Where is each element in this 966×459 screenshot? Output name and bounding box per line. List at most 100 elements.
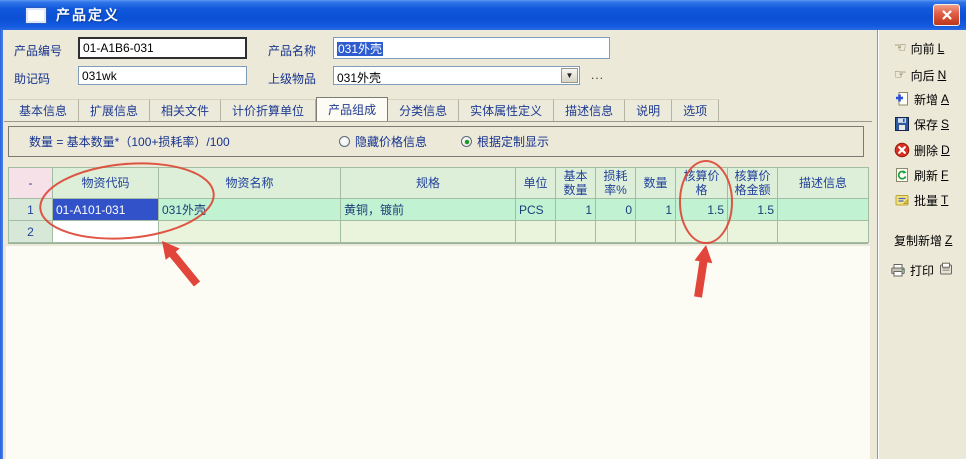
forward-shortcut: L (938, 41, 945, 55)
radio-checked-icon[interactable] (461, 136, 472, 147)
cell-base-qty[interactable]: 1 (556, 199, 596, 221)
copy-new-button[interactable]: 复制新增Z (880, 230, 966, 250)
delete-icon (894, 142, 910, 158)
formula-bar: 数量 = 基本数量*（100+损耗率）/100 隐藏价格信息 根据定制显示 (8, 126, 864, 157)
cell-spec[interactable]: 黄铜，镀前 (341, 199, 516, 221)
close-button[interactable] (933, 4, 960, 26)
cell-unit[interactable] (516, 221, 556, 243)
window-icon (26, 8, 46, 23)
hand-right-icon: ☞ (894, 67, 907, 83)
hand-left-icon: ☜ (894, 40, 907, 56)
col-header-desc: 描述信息 (778, 168, 869, 199)
radio-custom-display[interactable]: 根据定制显示 (461, 133, 549, 150)
chevron-down-icon[interactable]: ▼ (561, 68, 578, 83)
grid-row-1: 1 01-A101-031 031外壳 黄铜，镀前 PCS 1 0 1 1.5 … (9, 199, 869, 221)
col-header-base-qty: 基本数量 (556, 168, 596, 199)
cell-price-amount[interactable]: 1.5 (728, 199, 778, 221)
cell-base-qty[interactable] (556, 221, 596, 243)
tab-pricing-unit[interactable]: 计价折算单位 (221, 99, 316, 122)
refresh-label: 刷新 (914, 167, 938, 184)
parent-item-combobox[interactable]: 031外壳 ▼ (333, 66, 580, 85)
grid-bottom-line (8, 243, 868, 244)
forward-button[interactable]: ☜ 向前L (880, 38, 966, 58)
radio-hide-price-label: 隐藏价格信息 (355, 133, 427, 150)
tab-product-composition[interactable]: 产品组成 (316, 97, 388, 122)
tab-options[interactable]: 选项 (672, 99, 719, 122)
cell-loss-rate[interactable]: 0 (596, 199, 636, 221)
row-number-cell[interactable]: 2 (9, 221, 53, 243)
cell-material-code-edit[interactable] (53, 221, 159, 243)
cell-loss-rate[interactable] (596, 221, 636, 243)
window-title: 产品定义 (56, 5, 120, 25)
col-header-material-name: 物资名称 (159, 168, 341, 199)
cell-spec[interactable] (341, 221, 516, 243)
refresh-shortcut: F (941, 168, 948, 182)
radio-unchecked-icon[interactable] (339, 136, 350, 147)
title-bar[interactable]: 产品定义 (0, 0, 966, 30)
col-header-price: 核算价格 (676, 168, 728, 199)
delete-button[interactable]: 删除D (880, 140, 966, 160)
delete-label: 删除 (914, 142, 938, 159)
backward-button[interactable]: ☞ 向后N (880, 65, 966, 85)
tab-basic-info[interactable]: 基本信息 (8, 99, 79, 122)
col-header-rownum: - (9, 168, 53, 199)
batch-label: 批量 (914, 192, 938, 209)
new-page-icon (894, 91, 910, 107)
copy-new-shortcut: Z (945, 233, 952, 247)
save-button[interactable]: 保存S (880, 114, 966, 134)
cell-material-name[interactable] (159, 221, 341, 243)
tab-description[interactable]: 描述信息 (554, 99, 625, 122)
close-icon (941, 9, 953, 21)
cell-qty[interactable]: 1 (636, 199, 676, 221)
cell-material-name[interactable]: 031外壳 (159, 199, 341, 221)
forward-label: 向前 (911, 40, 935, 57)
tab-notes[interactable]: 说明 (625, 99, 672, 122)
printer-icon (890, 262, 906, 278)
tab-classification[interactable]: 分类信息 (388, 99, 459, 122)
action-sidebar: ☜ 向前L ☞ 向后N 新增A 保存S (880, 30, 966, 459)
radio-custom-display-label: 根据定制显示 (477, 133, 549, 150)
cell-price[interactable]: 1.5 (676, 199, 728, 221)
new-button[interactable]: 新增A (880, 89, 966, 109)
cell-price[interactable] (676, 221, 728, 243)
save-shortcut: S (941, 117, 949, 131)
print-label: 打印 (910, 262, 934, 279)
tab-related-files[interactable]: 相关文件 (150, 99, 221, 122)
new-label: 新增 (914, 91, 938, 108)
backward-shortcut: N (938, 68, 947, 82)
product-code-input[interactable]: 01-A1B6-031 (78, 37, 247, 59)
tab-extended-info[interactable]: 扩展信息 (79, 99, 150, 122)
print-button[interactable]: 打印 (880, 260, 966, 280)
col-header-qty: 数量 (636, 168, 676, 199)
cell-desc[interactable] (778, 199, 869, 221)
new-shortcut: A (941, 92, 949, 106)
row-number-cell[interactable]: 1 (9, 199, 53, 221)
parent-item-more-button[interactable]: ... (591, 68, 604, 82)
product-definition-window: 产品定义 产品编号 01-A1B6-031 产品名称 031外壳 助记码 031… (0, 0, 966, 459)
delete-shortcut: D (941, 143, 950, 157)
mnemonic-label: 助记码 (14, 70, 50, 87)
backward-label: 向后 (911, 67, 935, 84)
save-floppy-icon (894, 116, 910, 132)
refresh-button[interactable]: 刷新F (880, 165, 966, 185)
cell-material-code-selected[interactable]: 01-A101-031 (53, 199, 159, 221)
col-header-material-code: 物资代码 (53, 168, 159, 199)
mnemonic-input[interactable]: 031wk (78, 66, 247, 85)
parent-item-value: 031外壳 (337, 71, 381, 85)
radio-hide-price[interactable]: 隐藏价格信息 (339, 133, 427, 150)
cell-qty[interactable] (636, 221, 676, 243)
save-label: 保存 (914, 116, 938, 133)
cell-unit[interactable]: PCS (516, 199, 556, 221)
col-header-spec: 规格 (341, 168, 516, 199)
col-header-unit: 单位 (516, 168, 556, 199)
batch-button[interactable]: 批量T (880, 190, 966, 210)
selected-text: 031外壳 (337, 42, 383, 56)
cell-desc[interactable] (778, 221, 869, 243)
cell-price-amount[interactable] (728, 221, 778, 243)
product-code-label: 产品编号 (14, 42, 62, 59)
product-name-input[interactable]: 031外壳 (333, 37, 610, 59)
tab-entity-attributes[interactable]: 实体属性定义 (459, 99, 554, 122)
col-header-price-amount: 核算价格金额 (728, 168, 778, 199)
component-grid: - 物资代码 物资名称 规格 单位 基本数量 损耗率% 数量 核算价格 核算价格… (8, 167, 869, 243)
window-left-border (0, 30, 3, 459)
